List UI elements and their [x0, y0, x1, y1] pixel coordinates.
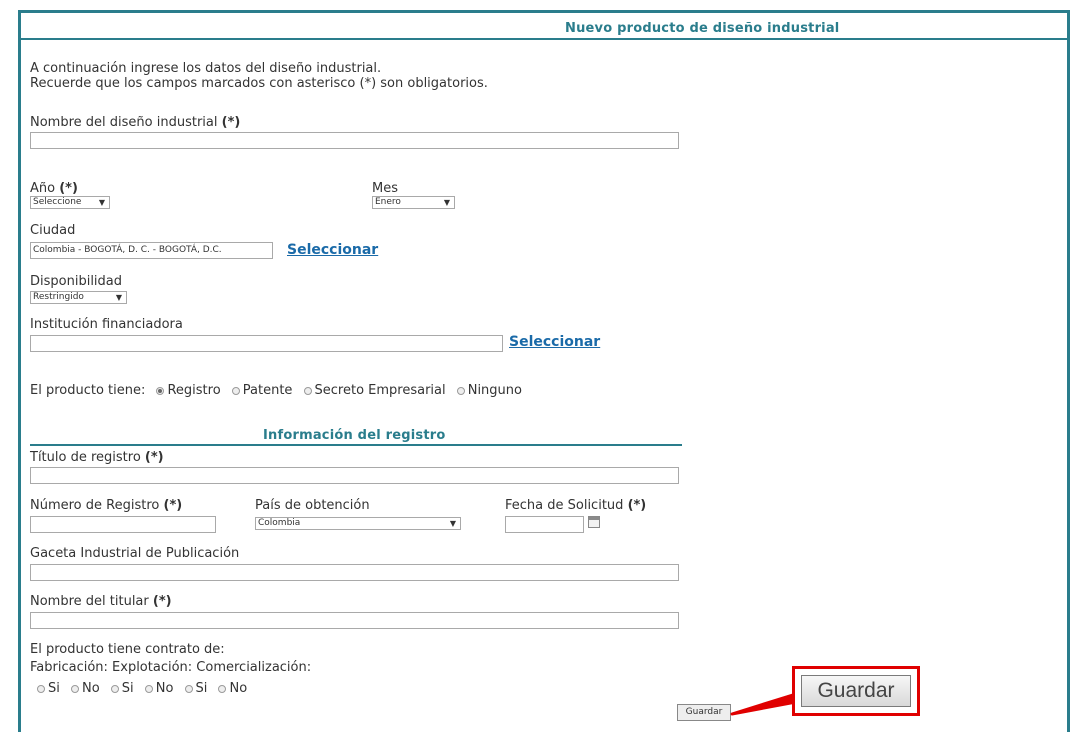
mes-label: Mes: [372, 181, 398, 196]
gaceta-label: Gaceta Industrial de Publicación: [30, 546, 240, 561]
required-mark: (*): [144, 450, 164, 465]
titulo-input[interactable]: [30, 467, 679, 484]
radio-registro-label: Registro: [167, 383, 221, 398]
required-mark: (*): [163, 498, 183, 513]
radio-comercializacion-no-label: No: [229, 681, 248, 696]
save-button-zoom: Guardar: [801, 675, 911, 707]
save-button-callout: Guardar: [792, 666, 920, 716]
nombre-input[interactable]: [30, 132, 679, 149]
disponibilidad-select-value: Restringido: [33, 292, 84, 302]
radio-comercializacion-si[interactable]: [184, 684, 193, 693]
radio-fabricacion-si-label: Si: [48, 681, 60, 696]
institucion-select-link[interactable]: Seleccionar: [509, 334, 600, 350]
header-divider: [21, 38, 1070, 40]
radio-patente[interactable]: [231, 386, 240, 395]
radio-comercializacion-no[interactable]: [218, 684, 227, 693]
radio-secreto-label: Secreto Empresarial: [314, 383, 446, 398]
calendar-icon[interactable]: [588, 516, 600, 528]
titular-label: Nombre del titular (*): [30, 594, 172, 609]
ciudad-input[interactable]: Colombia - BOGOTÁ, D. C. - BOGOTÁ, D.C.: [30, 242, 273, 259]
save-button[interactable]: Guardar: [677, 704, 731, 721]
fecha-label: Fecha de Solicitud (*): [505, 498, 647, 513]
required-mark: (*): [221, 115, 241, 130]
nombre-label: Nombre del diseño industrial (*): [30, 115, 241, 130]
section-title-registro: Información del registro: [263, 428, 446, 443]
pais-select-value: Colombia: [258, 518, 301, 528]
radio-explotacion-si[interactable]: [110, 684, 119, 693]
section-divider: [30, 444, 682, 446]
dropdown-arrow-icon: ▼: [443, 198, 450, 207]
ciudad-label: Ciudad: [30, 223, 76, 238]
pais-label: País de obtención: [255, 498, 370, 513]
mes-select[interactable]: Enero ▼: [372, 196, 455, 209]
required-mark: (*): [627, 498, 647, 513]
dropdown-arrow-icon: ▼: [449, 519, 456, 528]
callout-arrow-shape: [730, 692, 798, 716]
dropdown-arrow-icon: ▼: [115, 293, 122, 302]
radio-ninguno-label: Ninguno: [467, 383, 522, 398]
radio-fabricacion-si[interactable]: [37, 684, 45, 693]
gaceta-input[interactable]: [30, 564, 679, 581]
radio-patente-label: Patente: [242, 383, 293, 398]
intro-line-2: Recuerde que los campos marcados con ast…: [30, 76, 488, 91]
institucion-input[interactable]: [30, 335, 503, 352]
titulo-label: Título de registro (*): [30, 450, 164, 465]
page-title: Nuevo producto de diseño industrial: [565, 21, 840, 36]
radio-secreto[interactable]: [303, 386, 312, 395]
radio-registro[interactable]: [156, 386, 165, 395]
disponibilidad-select[interactable]: Restringido ▼: [30, 291, 127, 304]
radio-fabricacion-no-label: No: [81, 681, 100, 696]
radio-comercializacion-si-label: Si: [195, 681, 208, 696]
radio-fabricacion-no[interactable]: [70, 684, 79, 693]
intro-line-1: A continuación ingrese los datos del dis…: [30, 61, 382, 76]
tipo-radio-group: El producto tiene: Registro Patente Secr…: [30, 380, 528, 399]
tipo-label: El producto tiene:: [30, 383, 146, 398]
ciudad-select-link[interactable]: Seleccionar: [287, 242, 378, 258]
anio-select[interactable]: Seleccione ▼: [30, 196, 110, 209]
mes-select-value: Enero: [375, 197, 401, 207]
contrato-label: El producto tiene contrato de:: [30, 642, 225, 657]
contrato-radio-group: Si No Si No Si No: [37, 678, 253, 697]
anio-label: Año (*): [30, 181, 78, 196]
contrato-types: Fabricación: Explotación: Comercializaci…: [30, 660, 312, 675]
radio-explotacion-no-label: No: [155, 681, 174, 696]
radio-ninguno[interactable]: [456, 386, 465, 395]
disponibilidad-label: Disponibilidad: [30, 274, 123, 289]
required-mark: (*): [59, 181, 78, 196]
dropdown-arrow-icon: ▼: [98, 198, 105, 207]
fecha-input[interactable]: [505, 516, 584, 533]
numero-label: Número de Registro (*): [30, 498, 183, 513]
titular-input[interactable]: [30, 612, 679, 629]
radio-explotacion-no[interactable]: [144, 684, 153, 693]
radio-explotacion-si-label: Si: [121, 681, 134, 696]
numero-input[interactable]: [30, 516, 216, 533]
required-mark: (*): [152, 594, 172, 609]
anio-select-value: Seleccione: [33, 197, 82, 207]
callout-arrow: [730, 692, 798, 716]
institucion-label: Institución financiadora: [30, 317, 183, 332]
pais-select[interactable]: Colombia ▼: [255, 517, 461, 530]
